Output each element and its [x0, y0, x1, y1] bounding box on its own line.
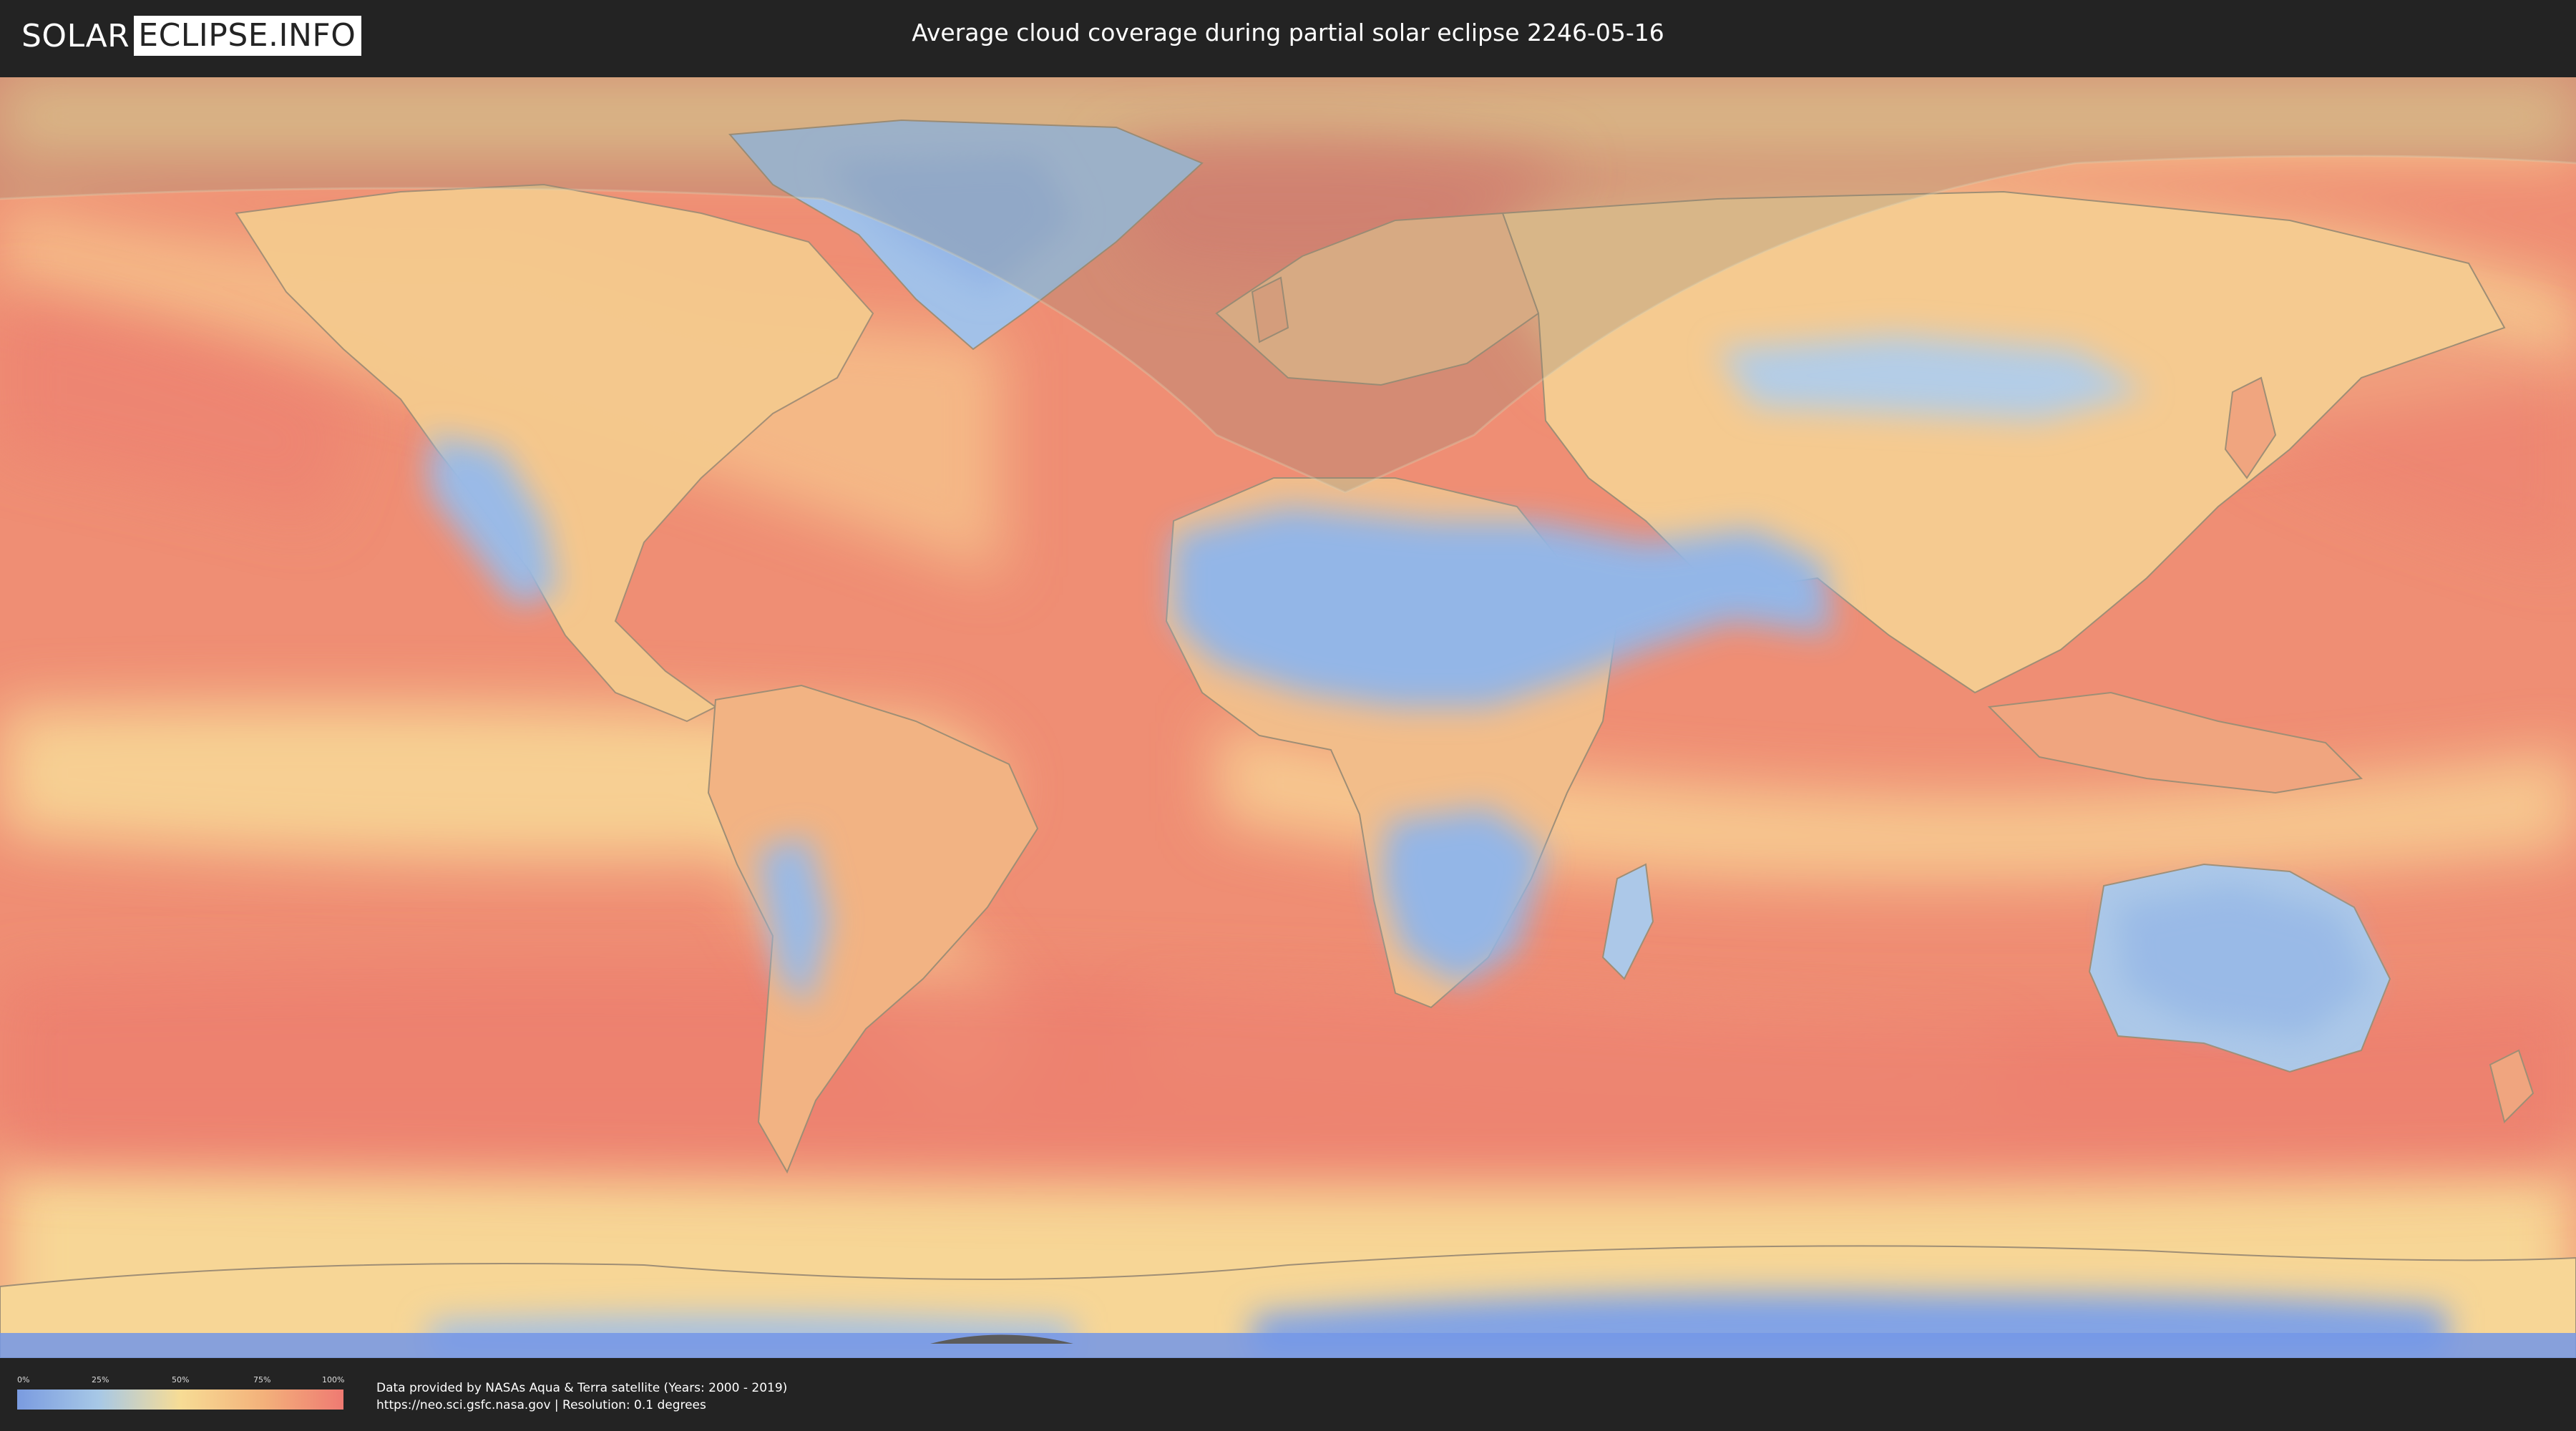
cloud-coverage-legend: 0% 25% 50% 75% 100%: [17, 1375, 345, 1412]
legend-tick-75: 75%: [253, 1375, 271, 1384]
legend-tick-25: 25%: [92, 1375, 109, 1384]
page: SOLAR ECLIPSE.INFO Average cloud coverag…: [0, 0, 2576, 1431]
header-bar: SOLAR ECLIPSE.INFO Average cloud coverag…: [0, 0, 2576, 72]
legend-tick-50: 50%: [172, 1375, 190, 1384]
legend-tick-0: 0%: [17, 1375, 30, 1384]
legend-tick-100: 100%: [322, 1375, 345, 1384]
footer-bar: 0% 25% 50% 75% 100% Data provided by NAS…: [0, 1358, 2576, 1431]
data-credits: Data provided by NASAs Aqua & Terra sate…: [376, 1379, 787, 1414]
credit-line-url: https://neo.sci.gsfc.nasa.gov | Resoluti…: [376, 1398, 706, 1412]
cloud-coverage-map[interactable]: [0, 77, 2576, 1358]
credit-line-source: Data provided by NASAs Aqua & Terra sate…: [376, 1381, 788, 1395]
world-map-svg: [0, 77, 2576, 1358]
page-title: Average cloud coverage during partial so…: [912, 19, 1664, 47]
texture-overlay: [0, 77, 2576, 1358]
legend-gradient-bar: [17, 1390, 343, 1410]
